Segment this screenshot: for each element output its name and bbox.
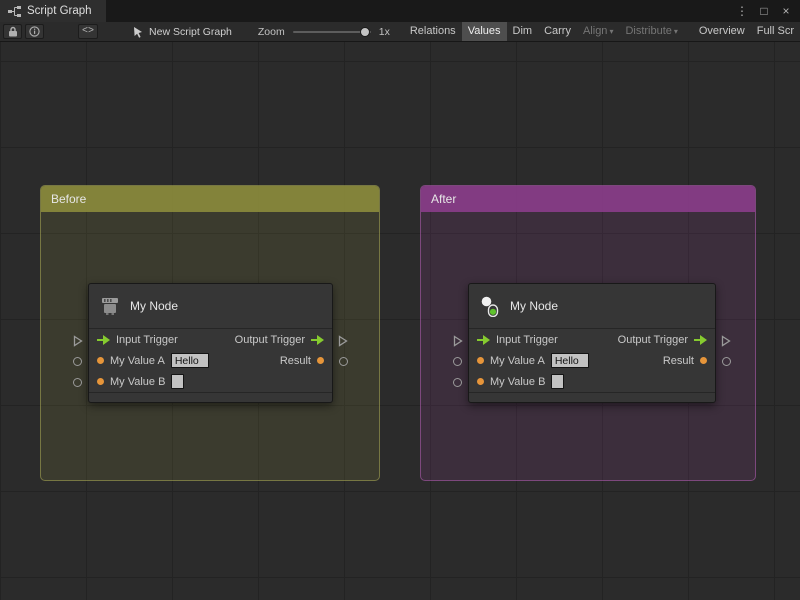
group-before-header[interactable]: Before: [41, 186, 379, 212]
value-port-connector[interactable]: [73, 378, 82, 387]
lock-button[interactable]: [3, 24, 22, 39]
value-a-input[interactable]: [550, 353, 589, 368]
port-my-value-a[interactable]: My Value A: [477, 353, 589, 368]
value-port-icon: [477, 357, 484, 364]
port-output-trigger[interactable]: Output Trigger: [235, 334, 324, 346]
port-my-value-a[interactable]: My Value A: [97, 353, 209, 368]
value-port-connector[interactable]: [722, 357, 731, 366]
value-port-icon: [477, 378, 484, 385]
value-b-input[interactable]: [171, 374, 185, 389]
graph-toolbar: <> New Script Graph Zoom 1x Relations Va…: [0, 22, 800, 42]
port-label: Input Trigger: [116, 333, 178, 346]
value-port-connector[interactable]: [339, 357, 348, 366]
window-controls: ⋮ □ ×: [734, 0, 800, 22]
graph-icon: [8, 5, 21, 17]
value-b-input[interactable]: [551, 374, 565, 389]
distribute-label: Distribute: [625, 24, 672, 37]
value-a-input[interactable]: [170, 353, 209, 368]
port-output-trigger[interactable]: Output Trigger: [618, 334, 707, 346]
machine-unit-icon: [99, 295, 121, 317]
group-title: After: [431, 192, 457, 206]
port-label: My Value B: [490, 375, 546, 388]
new-script-graph-label: New Script Graph: [149, 25, 232, 38]
flow-arrow-icon: [477, 334, 490, 345]
maximize-icon[interactable]: □: [756, 3, 772, 19]
overview-button[interactable]: Overview: [693, 22, 751, 41]
chevron-down-icon: ▾: [673, 26, 678, 36]
toolbar-buttons-right: Overview Full Scr: [693, 22, 800, 41]
value-port-icon: [97, 378, 104, 385]
info-button[interactable]: [25, 24, 44, 39]
distribute-dropdown[interactable]: Distribute ▾: [619, 22, 683, 41]
zoom-control: Zoom 1x: [258, 26, 390, 38]
port-label: Input Trigger: [496, 333, 558, 346]
port-label: Result: [279, 354, 311, 367]
graph-canvas[interactable]: Before After My Node Input Trigger Outpu…: [0, 42, 800, 600]
lock-icon: [8, 26, 17, 37]
group-after-header[interactable]: After: [421, 186, 755, 212]
dim-button[interactable]: Dim: [507, 22, 539, 41]
port-input-trigger[interactable]: Input Trigger: [97, 334, 178, 346]
port-label: My Value A: [110, 354, 165, 367]
port-result[interactable]: Result: [280, 355, 324, 367]
value-port-connector[interactable]: [73, 357, 82, 366]
zoom-slider[interactable]: [292, 26, 371, 38]
script-graph-window: Script Graph ⋮ □ × <> New Script Graph Z…: [0, 0, 800, 600]
toggle-unit-icon: [479, 295, 501, 317]
zoom-value: 1x: [378, 25, 390, 38]
new-script-graph-button[interactable]: New Script Graph: [132, 26, 232, 38]
node-ports: Input Trigger Output Trigger My Value A: [469, 329, 715, 392]
tab-title: Script Graph: [27, 5, 92, 17]
kebab-menu-icon[interactable]: ⋮: [734, 3, 750, 19]
value-port-icon: [317, 357, 324, 364]
zoom-label: Zoom: [257, 25, 285, 38]
carry-button[interactable]: Carry: [538, 22, 577, 41]
node-header[interactable]: My Node: [469, 284, 715, 329]
node-footer: [89, 392, 332, 402]
info-icon: [29, 26, 40, 37]
values-button[interactable]: Values: [461, 22, 507, 41]
align-label: Align: [582, 24, 608, 37]
flow-arrow-icon: [97, 334, 110, 345]
node-ports: Input Trigger Output Trigger My Value A: [89, 329, 332, 392]
align-dropdown[interactable]: Align ▾: [577, 22, 619, 41]
chevron-down-icon: ▾: [609, 26, 614, 36]
value-port-connector[interactable]: [453, 378, 462, 387]
node-my-node-before[interactable]: My Node Input Trigger Output Trigger My …: [73, 283, 348, 403]
value-port-icon: [97, 357, 104, 364]
flow-arrow-icon: [311, 334, 324, 345]
flow-port-connector[interactable]: [73, 335, 83, 347]
port-label: Output Trigger: [234, 333, 305, 346]
relations-button[interactable]: Relations: [404, 22, 462, 41]
zoom-slider-handle[interactable]: [359, 26, 370, 37]
port-my-value-b[interactable]: My Value B: [97, 374, 185, 389]
port-label: Result: [662, 354, 694, 367]
flow-port-connector[interactable]: [453, 335, 463, 347]
port-my-value-b[interactable]: My Value B: [477, 374, 565, 389]
fullscreen-button[interactable]: Full Scr: [751, 22, 800, 41]
value-port-icon: [700, 357, 707, 364]
code-icon: <>: [82, 26, 95, 37]
value-port-connector[interactable]: [453, 357, 462, 366]
flow-port-connector[interactable]: [338, 335, 348, 347]
flow-port-connector[interactable]: [721, 335, 731, 347]
port-input-trigger[interactable]: Input Trigger: [477, 334, 558, 346]
toolbar-buttons: Relations Values Dim Carry Align ▾ Distri…: [404, 22, 684, 41]
node-my-node-after[interactable]: My Node Input Trigger Output Trigger My …: [453, 283, 731, 403]
port-label: My Value B: [110, 375, 166, 388]
node-title: My Node: [130, 299, 179, 313]
node-footer: [469, 392, 715, 402]
group-title: Before: [51, 192, 87, 206]
cursor-icon: [134, 26, 143, 38]
node-header[interactable]: My Node: [89, 284, 332, 329]
port-result[interactable]: Result: [663, 355, 707, 367]
close-icon[interactable]: ×: [778, 3, 794, 19]
port-label: Output Trigger: [617, 333, 688, 346]
flow-arrow-icon: [694, 334, 707, 345]
title-bar: Script Graph ⋮ □ ×: [0, 0, 800, 22]
node-title: My Node: [510, 299, 559, 313]
code-view-button[interactable]: <>: [78, 24, 99, 39]
tab-script-graph[interactable]: Script Graph: [0, 0, 106, 22]
port-label: My Value A: [490, 354, 545, 367]
